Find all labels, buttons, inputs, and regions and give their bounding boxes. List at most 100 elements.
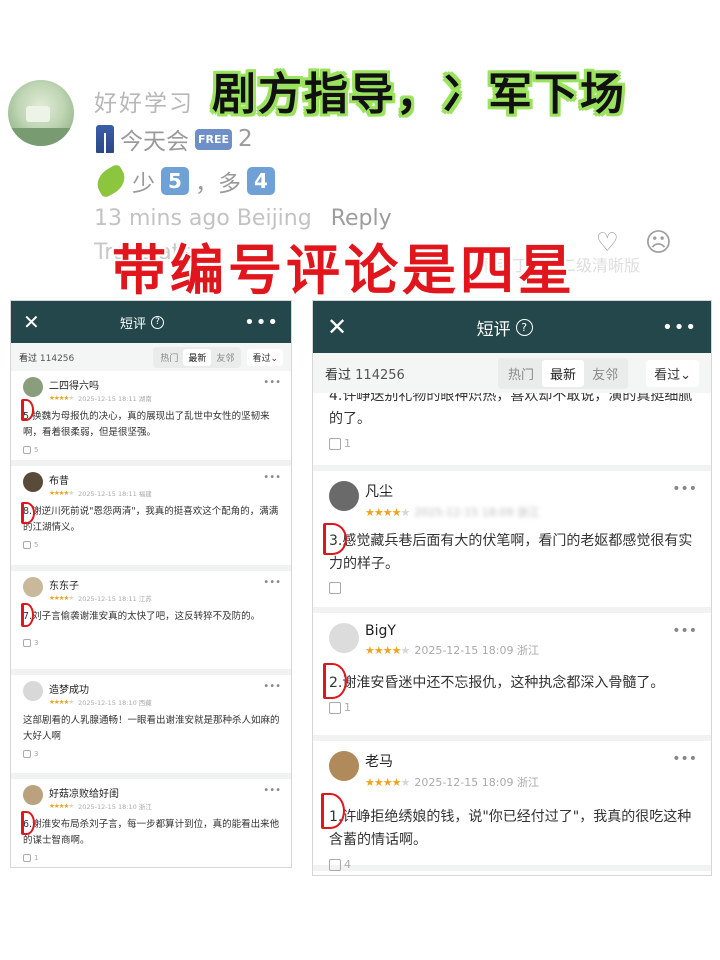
review-item: 东东子 ★★★★★ 2025-12-15 18:11 江苏 ••• 7.刘子言偷袭… bbox=[11, 571, 291, 675]
more-icon[interactable]: ••• bbox=[662, 317, 697, 338]
dislike-icon[interactable]: ☹ bbox=[645, 228, 672, 258]
reviewer-name[interactable]: 凡尘 bbox=[365, 481, 666, 501]
filter-bar: 看过 114256 热门 最新 友邻 看过⌄ bbox=[313, 353, 711, 393]
reviewer-name[interactable]: 二四得六吗 bbox=[49, 377, 257, 392]
thumbs-up-icon bbox=[329, 582, 341, 594]
review-item: 布昔 ★★★★★ 2025-12-15 18:11 福建 ••• 8.谢逆川死前说… bbox=[11, 466, 291, 571]
left-review-screenshot: ✕ 短评? ••• 看过 114256 热门 最新 友邻 看过⌄ 二四得六吗 ★… bbox=[10, 300, 292, 868]
reviewer-name[interactable]: 东东子 bbox=[49, 577, 257, 592]
comment-text-2: 少 bbox=[132, 171, 155, 197]
like-button[interactable]: 5 bbox=[23, 541, 281, 549]
review-list: 二四得六吗 ★★★★★ 2025-12-15 18:11 湖南 ••• 5.换魏为… bbox=[11, 371, 291, 867]
more-icon[interactable]: ••• bbox=[244, 312, 279, 333]
thumbs-up-icon bbox=[23, 750, 31, 758]
like-button[interactable]: 3 bbox=[23, 750, 281, 758]
like-button[interactable]: 1 bbox=[329, 701, 697, 714]
review-text: 3.感觉藏兵巷后面有大的伏笔啊，看门的老妪都感觉很有实力的样子。 bbox=[329, 533, 693, 572]
overlay-red-title: 带编号评论是四星 bbox=[112, 239, 576, 302]
more-icon[interactable]: ••• bbox=[672, 481, 697, 497]
status-dropdown[interactable]: 看过⌄ bbox=[646, 359, 699, 387]
review-item: 凡尘 ★★★★★ 2025-12-15 18:09 浙江 ••• 3.感觉藏兵巷后… bbox=[313, 471, 711, 613]
comment-text-1: 今天会 bbox=[120, 129, 189, 155]
tab-friends[interactable]: 友邻 bbox=[584, 360, 626, 387]
review-text: 2.谢淮安昏迷中还不忘报仇，这种执念都深入骨髓了。 bbox=[329, 675, 665, 691]
review-text: 5.换魏为母报仇的决心，真的展现出了乱世中女性的坚韧来啊，看着很柔弱，但是很坚强… bbox=[23, 411, 270, 438]
star-rating: ★★★★★ bbox=[365, 775, 410, 789]
peas-icon bbox=[92, 163, 130, 199]
tab-hot[interactable]: 热门 bbox=[155, 349, 183, 366]
review-text: 1.许峥拒绝绣娘的钱，说"你已经付过了"，我真的很吃这种含蓄的情话啊。 bbox=[329, 809, 692, 848]
tab-hot[interactable]: 热门 bbox=[500, 360, 542, 387]
thumbs-up-icon bbox=[23, 639, 31, 647]
review-item: BigY ★★★★★ 2025-12-15 18:09 浙江 ••• 2.谢淮安昏… bbox=[313, 613, 711, 741]
reviewer-name[interactable]: 好菇凉败给好闺 bbox=[49, 785, 257, 800]
top-bar: ✕ 短评? ••• bbox=[11, 301, 291, 343]
comment-line-1: 今天会 FREE 2 bbox=[96, 122, 253, 156]
review-text: 6.谢淮安布局杀刘子言，每一步都算计到位，真的能看出来他的谋士智商啊。 bbox=[23, 819, 280, 846]
like-button[interactable]: 4 bbox=[329, 858, 697, 871]
reviewer-name[interactable]: 老马 bbox=[365, 751, 666, 771]
jeans-icon bbox=[96, 125, 114, 153]
thumbs-up-icon bbox=[23, 541, 31, 549]
like-button[interactable]: 1 bbox=[23, 854, 281, 862]
comment-username: 好好学习 bbox=[94, 91, 194, 117]
seen-count: 看过 114256 bbox=[325, 367, 405, 383]
overlay-green-title: 剧方指导，冫军下场 bbox=[212, 69, 626, 120]
star-rating: ★★★★★ bbox=[49, 394, 74, 402]
avatar[interactable] bbox=[23, 681, 43, 701]
more-icon[interactable]: ••• bbox=[672, 751, 697, 767]
review-meta: 2025-12-15 18:09 浙江 bbox=[414, 506, 539, 519]
tab-friends[interactable]: 友邻 bbox=[211, 349, 239, 366]
review-meta: 2025-12-15 18:09 浙江 bbox=[414, 644, 539, 657]
like-button[interactable]: 1 bbox=[329, 437, 697, 450]
review-text: 4.许峥送别礼物的眼神炽热，喜欢却不敢说，演的真挺细腻的了。 bbox=[329, 393, 693, 427]
help-icon[interactable]: ? bbox=[515, 318, 533, 336]
reviewer-name[interactable]: 布昔 bbox=[49, 472, 257, 487]
review-text: 这部剧看的人乳腺通畅！一眼看出谢淮安就是那种杀人如麻的大好人啊 bbox=[23, 715, 280, 742]
like-button[interactable]: 5 bbox=[23, 446, 281, 454]
more-icon[interactable]: ••• bbox=[263, 577, 281, 588]
avatar[interactable] bbox=[23, 577, 43, 597]
status-dropdown[interactable]: 看过⌄ bbox=[247, 348, 283, 366]
free-badge: FREE bbox=[195, 128, 233, 150]
avatar[interactable] bbox=[23, 377, 43, 397]
more-icon[interactable]: ••• bbox=[263, 377, 281, 388]
comment-line-2: 少 5 ，多 4 bbox=[92, 163, 275, 199]
sort-tabs: 热门 最新 友邻 bbox=[498, 357, 629, 389]
reviewer-name[interactable]: BigY bbox=[365, 623, 666, 639]
help-icon[interactable]: ? bbox=[150, 315, 164, 329]
star-rating: ★★★★★ bbox=[49, 594, 74, 602]
avatar[interactable] bbox=[23, 472, 43, 492]
avatar[interactable] bbox=[23, 785, 43, 805]
seen-count: 看过 114256 bbox=[19, 353, 75, 364]
top-bar: ✕ 短评? ••• bbox=[313, 301, 711, 353]
like-button[interactable] bbox=[329, 582, 697, 594]
review-text: 8.谢逆川死前说"恩怨两清"，我真的挺喜欢这个配角的，满满的江湖情义。 bbox=[23, 506, 279, 533]
more-icon[interactable]: ••• bbox=[263, 785, 281, 796]
star-rating: ★★★★★ bbox=[365, 643, 410, 657]
review-item: 老马 ★★★★★ 2025-12-15 18:09 浙江 ••• 1.许峥拒绝绣娘… bbox=[313, 741, 711, 871]
review-text: 7.刘子言偷袭谢淮安真的太快了吧，这反转猝不及防的。 bbox=[23, 611, 261, 622]
more-icon[interactable]: ••• bbox=[672, 623, 697, 639]
close-icon[interactable]: ✕ bbox=[327, 313, 347, 341]
tab-latest[interactable]: 最新 bbox=[542, 359, 585, 387]
avatar[interactable] bbox=[329, 623, 359, 653]
more-icon[interactable]: ••• bbox=[263, 681, 281, 692]
tab-latest[interactable]: 最新 bbox=[183, 348, 212, 366]
avatar[interactable] bbox=[329, 481, 359, 511]
avatar[interactable] bbox=[329, 751, 359, 781]
star-rating: ★★★★★ bbox=[49, 698, 74, 706]
sort-tabs: 热门 最新 友邻 bbox=[153, 346, 242, 368]
page-title: 短评? bbox=[120, 313, 164, 332]
star-rating: ★★★★★ bbox=[49, 489, 74, 497]
review-meta: 2025-12-15 18:11 江苏 bbox=[78, 595, 152, 603]
like-button[interactable]: 3 bbox=[23, 639, 281, 647]
thumbs-up-icon bbox=[329, 437, 341, 450]
thumbs-up-icon bbox=[329, 701, 341, 714]
more-icon[interactable]: ••• bbox=[263, 472, 281, 483]
number-badge-5: 5 bbox=[161, 167, 189, 195]
reviewer-name[interactable]: 造梦成功 bbox=[49, 681, 257, 696]
close-icon[interactable]: ✕ bbox=[23, 310, 40, 334]
star-rating: ★★★★★ bbox=[49, 802, 74, 810]
review-item: 好菇凉败给好闺 ★★★★★ 2025-12-15 18:10 浙江 ••• 6.谢… bbox=[11, 779, 291, 867]
